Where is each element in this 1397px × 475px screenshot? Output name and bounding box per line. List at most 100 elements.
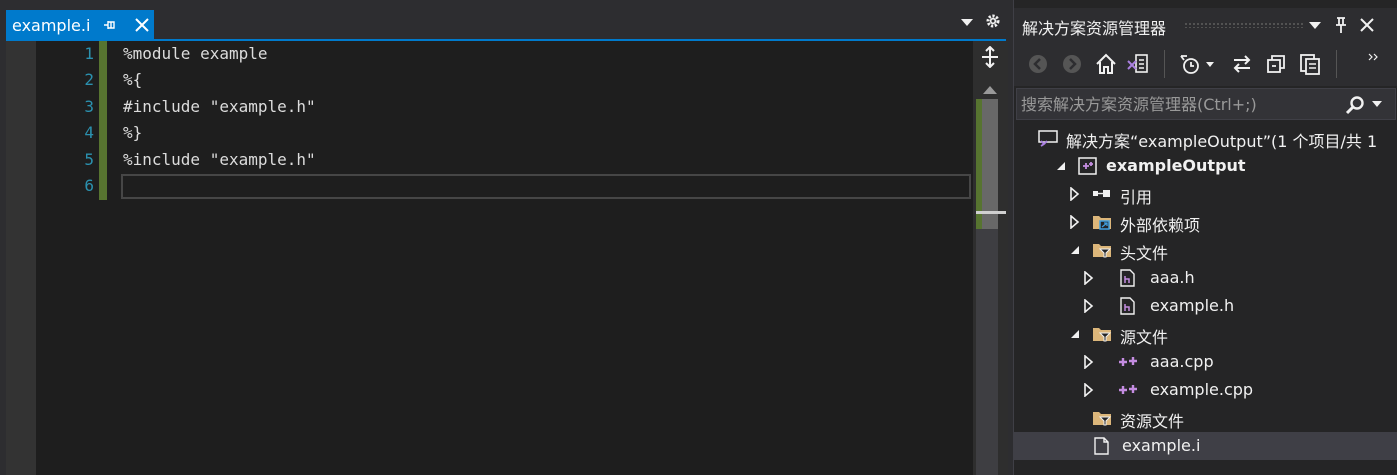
pin-icon[interactable] bbox=[102, 17, 118, 33]
tree-item-source-files[interactable]: 源文件 bbox=[1014, 320, 1397, 348]
scroll-caret-marker bbox=[976, 211, 1006, 214]
solution-explorer-titlebar: 解决方案资源管理器 bbox=[1014, 8, 1397, 42]
search-input[interactable] bbox=[1021, 89, 1341, 119]
line-number: 4 bbox=[84, 123, 94, 142]
tree-item-project[interactable]: exampleOutput bbox=[1014, 152, 1397, 180]
header-file-icon bbox=[1120, 269, 1135, 287]
tree-item-label: 解决方案“exampleOutput”(1 个项目/共 1 bbox=[1066, 132, 1378, 151]
tree-item-label: 资源文件 bbox=[1120, 412, 1185, 431]
code-line[interactable]: %} bbox=[123, 120, 142, 146]
tree-item-label: example.h bbox=[1150, 296, 1235, 315]
cpp-project-icon bbox=[1078, 157, 1097, 175]
cpp-file-icon bbox=[1119, 385, 1137, 394]
header-file-icon bbox=[1120, 297, 1135, 315]
tree-item-label: exampleOutput bbox=[1106, 156, 1246, 175]
collapse-all-icon[interactable] bbox=[1264, 52, 1288, 76]
vertical-scrollbar[interactable] bbox=[973, 41, 1008, 475]
file-icon bbox=[1094, 437, 1109, 455]
filter-folder-icon bbox=[1093, 328, 1112, 342]
panel-title: 解决方案资源管理器 bbox=[1022, 19, 1167, 38]
scroll-change-marker bbox=[976, 99, 982, 229]
tree-item-file[interactable]: aaa.h bbox=[1014, 264, 1397, 292]
tab-title: example.i bbox=[12, 15, 91, 35]
code-line[interactable]: %module example bbox=[123, 41, 268, 67]
expanded-arrow-icon[interactable] bbox=[1068, 327, 1082, 341]
tree-item-file[interactable]: example.cpp bbox=[1014, 376, 1397, 404]
indicator-margin bbox=[6, 41, 36, 475]
code-editor[interactable]: 1 2 3 4 5 6 %module example %{ #include … bbox=[6, 41, 973, 475]
collapsed-arrow-icon[interactable] bbox=[1082, 271, 1096, 285]
solution-tree: 解决方案“exampleOutput”(1 个项目/共 1 exampleOut… bbox=[1014, 124, 1397, 475]
tree-item-label: 源文件 bbox=[1120, 328, 1169, 347]
sync-icon[interactable] bbox=[1230, 52, 1254, 76]
tab-dropdown-icon[interactable] bbox=[960, 16, 974, 28]
split-window-icon[interactable] bbox=[979, 46, 1001, 68]
references-icon bbox=[1093, 190, 1110, 197]
tree-item-label: example.i bbox=[1122, 436, 1201, 455]
line-number: 3 bbox=[84, 97, 94, 116]
tree-item-external-dependencies[interactable]: 外部依赖项 bbox=[1014, 208, 1397, 236]
scroll-track[interactable] bbox=[976, 99, 1006, 475]
solution-explorer-toolbar bbox=[1014, 42, 1397, 86]
line-number: 6 bbox=[84, 176, 94, 195]
editor-pane: example.i 1 2 3 4 5 6 %module example %{… bbox=[0, 0, 1008, 475]
home-icon[interactable] bbox=[1094, 52, 1118, 76]
filter-dropdown-icon[interactable] bbox=[1204, 52, 1216, 76]
tree-item-resource-files[interactable]: 资源文件 bbox=[1014, 404, 1397, 432]
close-icon[interactable] bbox=[1358, 16, 1376, 34]
pin-icon[interactable] bbox=[1332, 16, 1350, 34]
current-line-highlight bbox=[121, 174, 971, 199]
switch-views-icon[interactable] bbox=[1126, 52, 1150, 76]
toolbar-separator bbox=[1164, 50, 1165, 78]
collapsed-arrow-icon[interactable] bbox=[1068, 187, 1082, 201]
tree-item-label: 外部依赖项 bbox=[1120, 216, 1201, 235]
collapsed-arrow-icon[interactable] bbox=[1068, 215, 1082, 229]
line-number-gutter: 1 2 3 4 5 6 bbox=[36, 41, 96, 475]
solution-icon bbox=[1038, 130, 1058, 147]
change-tracking-bar bbox=[99, 41, 107, 200]
toolbar-overflow-icon[interactable] bbox=[1366, 52, 1380, 76]
drag-grip[interactable] bbox=[1184, 22, 1304, 28]
tree-item-label: 头文件 bbox=[1120, 244, 1169, 263]
close-icon[interactable] bbox=[132, 15, 152, 35]
expanded-arrow-icon[interactable] bbox=[1068, 243, 1082, 257]
cpp-file-icon bbox=[1119, 357, 1137, 366]
external-dependencies-icon bbox=[1093, 216, 1111, 230]
filter-folder-icon bbox=[1093, 244, 1112, 258]
back-icon[interactable] bbox=[1026, 52, 1050, 76]
tree-item-file[interactable]: example.h bbox=[1014, 292, 1397, 320]
document-tab-example-i[interactable]: example.i bbox=[6, 10, 154, 40]
search-box[interactable] bbox=[1016, 88, 1396, 120]
tree-item-label: aaa.h bbox=[1150, 268, 1195, 287]
line-number: 2 bbox=[84, 70, 94, 89]
tree-item-label: 引用 bbox=[1120, 188, 1153, 207]
toolbar-separator bbox=[1336, 50, 1337, 78]
line-number: 1 bbox=[84, 44, 94, 63]
tree-item-label: aaa.cpp bbox=[1150, 352, 1214, 371]
solution-explorer-panel: 解决方案资源管理器 搜索解决方案资源管理器(Ctrl+;) 解决方案“examp… bbox=[1013, 0, 1397, 475]
filter-folder-icon bbox=[1093, 412, 1112, 426]
collapsed-arrow-icon[interactable] bbox=[1082, 383, 1096, 397]
search-icon[interactable] bbox=[1345, 95, 1365, 115]
pending-changes-filter-icon[interactable] bbox=[1178, 52, 1202, 76]
gear-icon[interactable] bbox=[984, 12, 1002, 30]
expanded-arrow-icon[interactable] bbox=[1054, 159, 1068, 173]
tree-item-references[interactable]: 引用 bbox=[1014, 180, 1397, 208]
window-position-dropdown-icon[interactable] bbox=[1306, 16, 1324, 34]
collapsed-arrow-icon[interactable] bbox=[1082, 355, 1096, 369]
tree-item-file[interactable]: aaa.cpp bbox=[1014, 348, 1397, 376]
document-tab-strip: example.i bbox=[0, 0, 1008, 41]
code-line[interactable]: %{ bbox=[123, 67, 142, 93]
show-all-files-icon[interactable] bbox=[1298, 52, 1322, 76]
forward-icon[interactable] bbox=[1060, 52, 1084, 76]
tree-item-solution[interactable]: 解决方案“exampleOutput”(1 个项目/共 1 bbox=[1014, 124, 1397, 152]
line-number: 5 bbox=[84, 150, 94, 169]
tree-item-label: example.cpp bbox=[1150, 380, 1254, 399]
scroll-up-arrow-icon[interactable] bbox=[981, 83, 999, 95]
search-options-dropdown-icon[interactable] bbox=[1371, 99, 1383, 109]
tree-item-file-selected[interactable]: example.i bbox=[1014, 432, 1397, 460]
code-line[interactable]: %include "example.h" bbox=[123, 147, 316, 173]
collapsed-arrow-icon[interactable] bbox=[1082, 299, 1096, 313]
code-line[interactable]: #include "example.h" bbox=[123, 94, 316, 120]
tree-item-header-files[interactable]: 头文件 bbox=[1014, 236, 1397, 264]
